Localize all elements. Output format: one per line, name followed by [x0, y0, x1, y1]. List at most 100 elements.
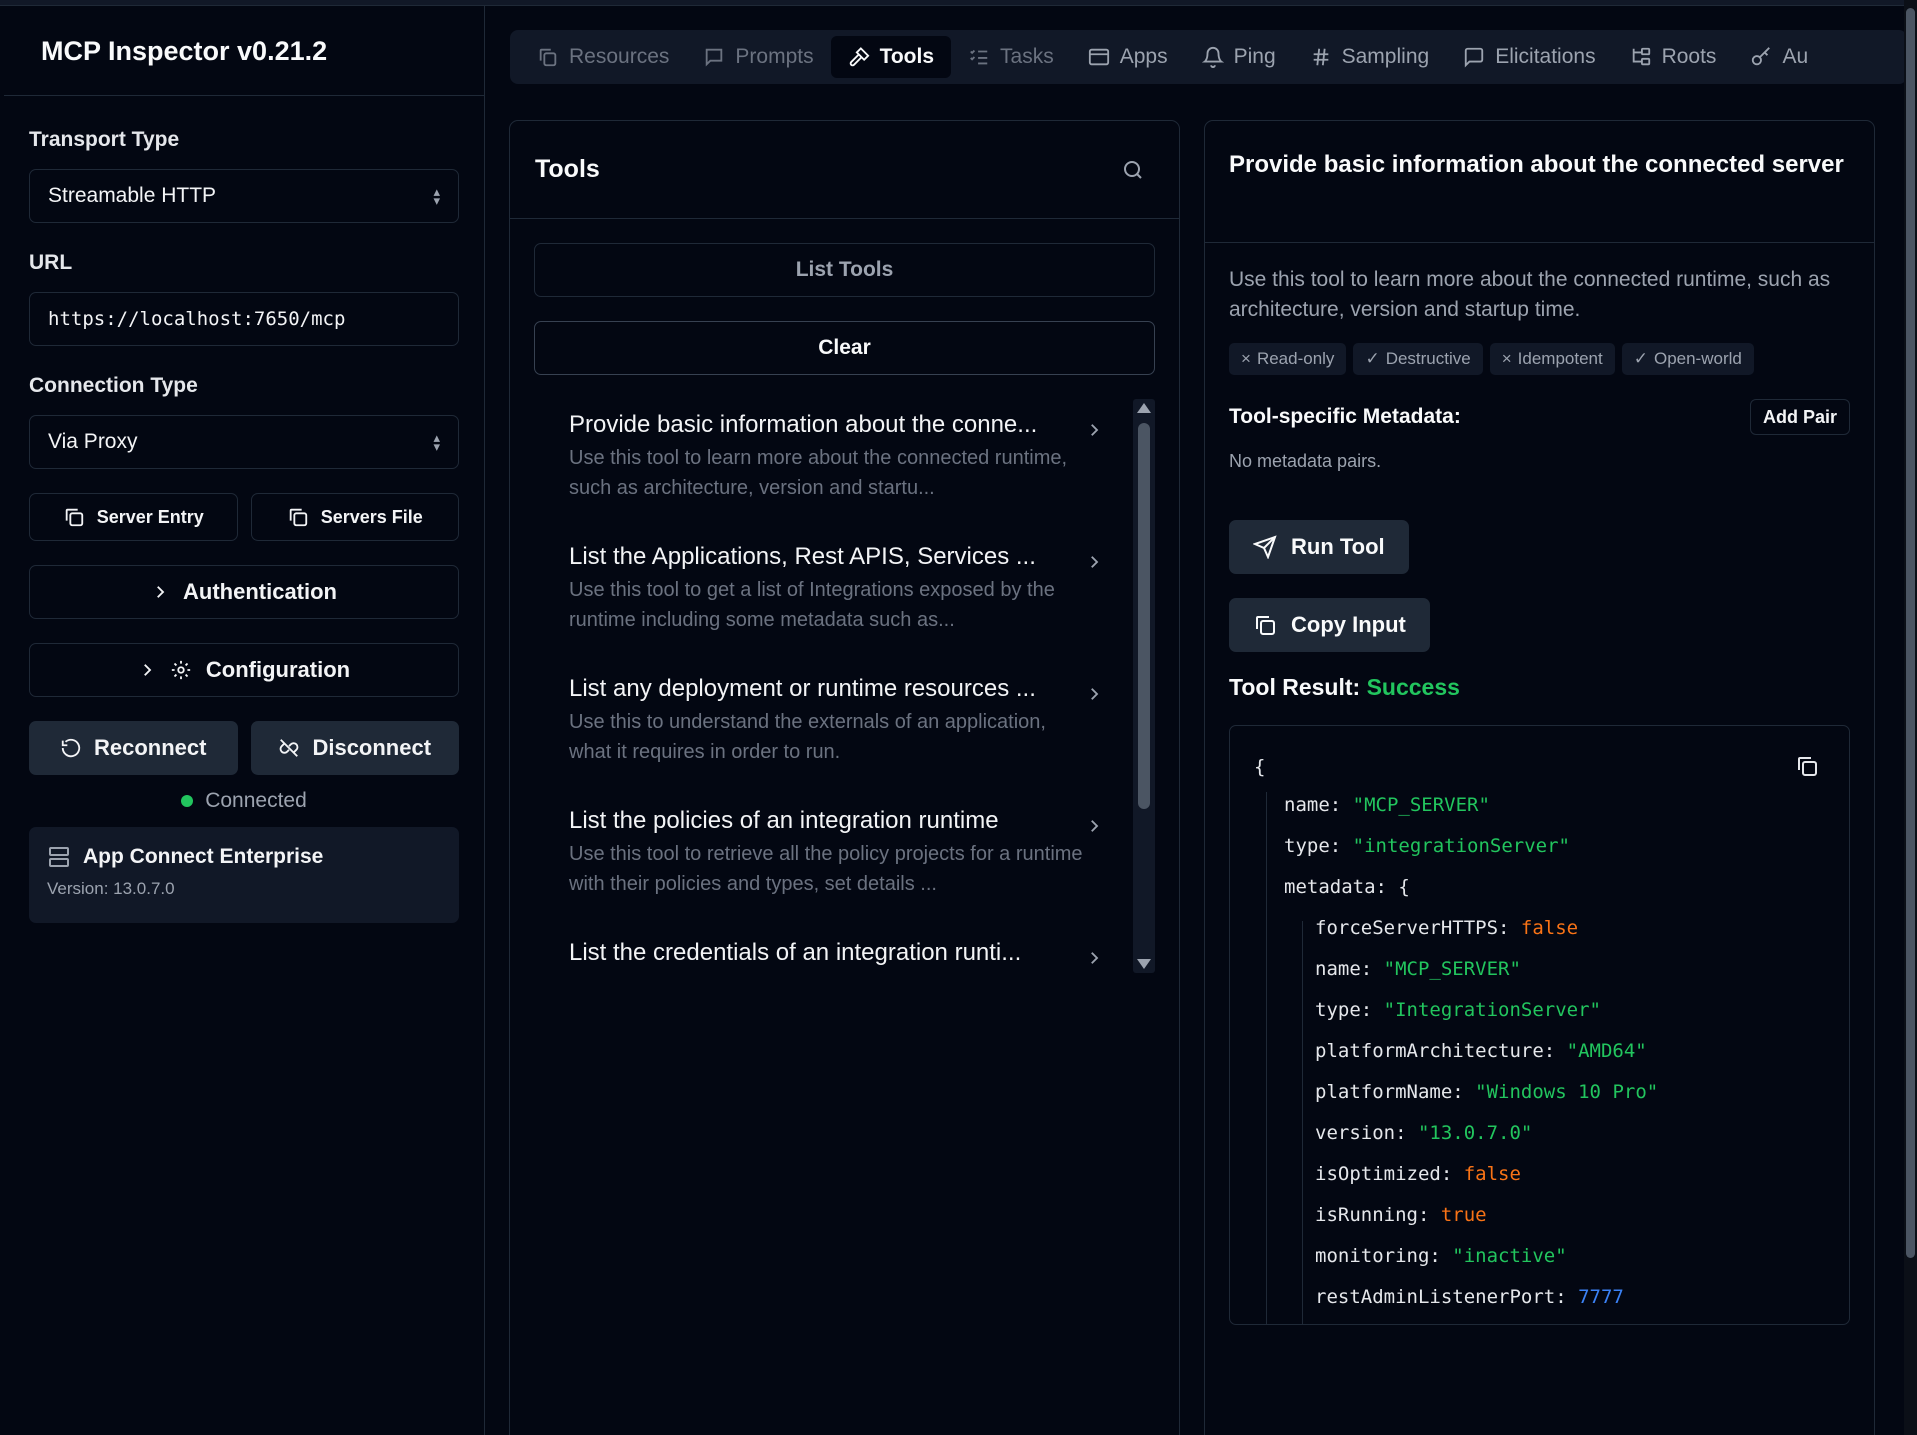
tool-list-item[interactable]: List any deployment or runtime resources… — [534, 663, 1155, 795]
tab-tools[interactable]: Tools — [830, 36, 952, 78]
json-line: version: "13.0.7.0" — [1254, 1112, 1825, 1153]
disconnect-button[interactable]: Disconnect — [250, 721, 459, 775]
tool-item-description: Use this tool to get a list of Integrati… — [569, 579, 1055, 631]
tool-result-json: { name: "MCP_SERVER" type: "integrationSe… — [1229, 725, 1850, 1325]
json-value: "inactive" — [1452, 1244, 1567, 1267]
chevron-right-icon — [157, 586, 165, 598]
server-name: App Connect Enterprise — [83, 845, 324, 868]
scroll-up-icon[interactable] — [1137, 403, 1151, 413]
clear-button[interactable]: Clear — [534, 321, 1155, 375]
message-square-icon — [1465, 47, 1484, 68]
tool-list-item[interactable]: List the Applications, Rest APIS, Servic… — [534, 531, 1155, 663]
json-colon: : — [1417, 1203, 1441, 1226]
copy-input-label: Copy Input — [1291, 612, 1406, 637]
json-line: monitoring: "inactive" — [1254, 1235, 1825, 1276]
list-tools-button[interactable]: List Tools — [534, 243, 1155, 297]
tool-list-item[interactable]: List the credentials of an integration r… — [534, 927, 1155, 1059]
tool-list-scrollbar[interactable] — [1133, 399, 1155, 973]
run-tool-label: Run Tool — [1291, 534, 1385, 559]
tab-au[interactable]: Au — [1733, 36, 1825, 78]
json-line: metadata: { — [1254, 866, 1825, 907]
json-value: "AMD64" — [1566, 1039, 1647, 1062]
tool-list-item[interactable]: List the policies of an integration runt… — [534, 795, 1155, 927]
url-input[interactable]: https://localhost:7650/mcp — [29, 292, 459, 346]
transport-type-select[interactable]: Streamable HTTP ▴ ▾ — [29, 169, 459, 223]
app-window-icon — [1088, 48, 1109, 66]
page-scrollbar[interactable] — [1904, 0, 1917, 1435]
reconnect-button[interactable]: Reconnect — [29, 721, 238, 775]
badge-label: Open-world — [1653, 349, 1742, 368]
badge-mark: ✓ — [1365, 349, 1380, 368]
json-key: version — [1315, 1121, 1396, 1144]
page-scroll-thumb[interactable] — [1906, 8, 1915, 1258]
tab-elicitations[interactable]: Elicitations — [1446, 36, 1612, 78]
server-version: Version: 13.0.7.0 — [47, 879, 175, 898]
search-icon[interactable] — [1121, 158, 1145, 182]
transport-type-value: Streamable HTTP — [48, 184, 217, 207]
json-key: metadata — [1284, 875, 1376, 898]
json-colon: : — [1498, 916, 1521, 939]
tool-list: Provide basic information about the conn… — [534, 399, 1155, 973]
message-icon — [706, 48, 723, 67]
json-colon: : — [1429, 1244, 1453, 1267]
copy-icon — [65, 508, 83, 527]
json-line: name: "MCP_SERVER" — [1254, 784, 1825, 825]
tab-tasks[interactable]: Tasks — [951, 36, 1071, 78]
key-icon — [1752, 47, 1771, 66]
tool-list-item[interactable]: Provide basic information about the conn… — [534, 399, 1155, 531]
authentication-toggle[interactable]: Authentication — [29, 565, 459, 619]
tool-detail-description: Use this tool to learn more about the co… — [1229, 268, 1831, 321]
copy-icon[interactable] — [1795, 754, 1819, 778]
gear-icon — [171, 660, 191, 680]
json-value: { — [1398, 875, 1410, 898]
tab-roots[interactable]: Roots — [1613, 36, 1734, 78]
chevron-right-icon — [1091, 820, 1099, 832]
badge-label: Read-only — [1256, 349, 1335, 368]
scroll-down-icon[interactable] — [1137, 959, 1151, 969]
json-colon: : — [1543, 1039, 1567, 1062]
chevron-right-icon — [1091, 424, 1099, 436]
json-key: platformName — [1315, 1080, 1453, 1103]
json-key: name — [1284, 793, 1330, 816]
scroll-thumb[interactable] — [1138, 423, 1150, 809]
tab-resources[interactable]: Resources — [520, 36, 686, 78]
chevron-right-icon — [1091, 952, 1099, 964]
server-entry-label: Server Entry — [96, 506, 204, 527]
json-line: restAdminListenerPort: 7777 — [1254, 1276, 1825, 1317]
badge-open-world: ✓ Open-world — [1621, 343, 1754, 375]
sidebar: MCP Inspector v0.21.2 Transport Type Str… — [4, 6, 485, 1435]
tab-apps[interactable]: Apps — [1071, 36, 1185, 78]
configuration-toggle[interactable]: Configuration — [29, 643, 459, 697]
json-key: type — [1315, 998, 1361, 1021]
hammer-icon — [849, 47, 870, 67]
configuration-label: Configuration — [205, 657, 351, 682]
json-line: type: "IntegrationServer" — [1254, 989, 1825, 1030]
json-line: forceServerHTTPS: false — [1254, 907, 1825, 948]
tab-prompts[interactable]: Prompts — [686, 36, 830, 78]
json-line: platformName: "Windows 10 Pro" — [1254, 1071, 1825, 1112]
json-colon: : — [1329, 834, 1353, 857]
json-key: name — [1315, 957, 1361, 980]
tool-item-title: List the Applications, Rest APIS, Servic… — [569, 543, 1036, 570]
json-colon: : — [1555, 1285, 1579, 1308]
json-colon: : — [1395, 1121, 1418, 1144]
tab-ping[interactable]: Ping — [1185, 36, 1293, 78]
server-entry-button[interactable]: Server Entry — [29, 493, 238, 541]
folder-tree-icon — [1632, 47, 1650, 66]
tool-result-label: Tool Result: — [1229, 674, 1361, 700]
main-tabs: Resources Prompts Tools Tasks Apps Ping Sampli… — [510, 30, 1907, 84]
badge-mark: × — [1241, 349, 1251, 368]
add-pair-button[interactable]: Add Pair — [1749, 399, 1850, 435]
json-key: isRunning — [1315, 1203, 1418, 1226]
server-info-card: App Connect Enterprise Version: 13.0.7.0 — [29, 827, 459, 923]
servers-file-button[interactable]: Servers File — [250, 493, 459, 541]
run-tool-button[interactable]: Run Tool — [1229, 520, 1409, 574]
json-key: restAdminListenerPort — [1315, 1285, 1556, 1308]
tab-sampling[interactable]: Sampling — [1293, 36, 1447, 78]
tool-annotation-badges: × Read-only ✓ Destructive × Idempotent ✓ Open-w… — [1229, 343, 1850, 375]
json-key: monitoring — [1315, 1244, 1430, 1267]
copy-input-button[interactable]: Copy Input — [1229, 598, 1430, 652]
file-copy-icon — [539, 48, 557, 67]
json-value: true — [1440, 1203, 1487, 1226]
connection-type-select[interactable]: Via Proxy ▴ ▾ — [29, 415, 459, 469]
